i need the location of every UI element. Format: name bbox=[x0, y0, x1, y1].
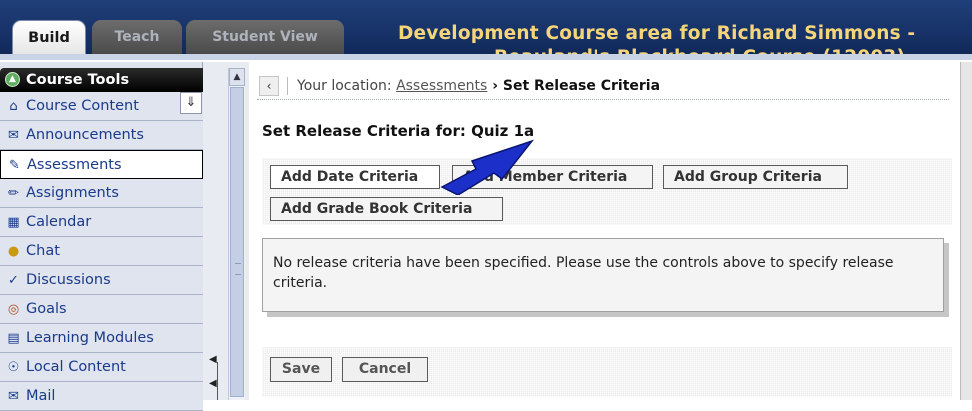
sidebar: ▲ Course Tools ⌂ Course Content ⇓ ✉ Anno… bbox=[0, 62, 249, 411]
sidebar-item-label: Goals bbox=[26, 301, 67, 317]
breadcrumb-link-assessments[interactable]: Assessments bbox=[396, 78, 487, 94]
criteria-button-panel: Add Date Criteria Add Member Criteria Ad… bbox=[262, 158, 952, 225]
breadcrumb-divider bbox=[287, 77, 288, 95]
scroll-up-icon[interactable]: ▲ bbox=[229, 68, 245, 86]
sidebar-item-label: Chat bbox=[26, 243, 60, 259]
collapse-left-icon[interactable]: ◀ bbox=[209, 378, 217, 389]
collapse-icon[interactable]: ▲ bbox=[5, 72, 20, 87]
assignment-icon: ✏ bbox=[8, 186, 19, 201]
sidebar-item-assignments[interactable]: ✏ Assignments bbox=[0, 179, 203, 208]
sidebar-item-goals[interactable]: ◎ Goals bbox=[0, 295, 203, 324]
home-icon: ⌂ bbox=[9, 99, 18, 114]
course-title: Development Course area for Richard Simm… bbox=[398, 22, 972, 60]
local-content-icon: ☉ bbox=[7, 360, 20, 375]
sidebar-item-local-content[interactable]: ☉ Local Content bbox=[0, 353, 203, 382]
sidebar-item-label: Course Content bbox=[26, 98, 139, 114]
discussion-icon: ✓ bbox=[8, 273, 19, 288]
course-tools-header[interactable]: ▲ Course Tools bbox=[0, 68, 203, 92]
scrollbar-grip[interactable] bbox=[235, 263, 241, 275]
breadcrumb-current: Set Release Criteria bbox=[502, 78, 661, 94]
chat-icon: ● bbox=[7, 244, 20, 259]
breadcrumb: ‹ Your location: Assessments › Set Relea… bbox=[257, 72, 949, 100]
resize-grip[interactable] bbox=[217, 362, 219, 400]
sidebar-item-label: Mail bbox=[26, 388, 56, 404]
sidebar-item-label: Discussions bbox=[26, 272, 111, 288]
collapse-left-icon[interactable]: ◀ bbox=[209, 354, 217, 365]
sidebar-item-learning-modules[interactable]: ▤ Learning Modules bbox=[0, 324, 203, 353]
sidebar-item-label: Learning Modules bbox=[26, 330, 154, 346]
action-bar: Save Cancel bbox=[262, 347, 952, 397]
add-date-criteria-button[interactable]: Add Date Criteria bbox=[270, 165, 440, 189]
sidebar-item-label: Announcements bbox=[26, 127, 144, 143]
sidebar-item-label: Assignments bbox=[26, 185, 119, 201]
course-header: Build Teach Student View Development Cou… bbox=[0, 0, 972, 60]
sidebar-item-calendar[interactable]: ▦ Calendar bbox=[0, 208, 203, 237]
sidebar-item-discussions[interactable]: ✓ Discussions bbox=[0, 266, 203, 295]
message-text: No release criteria have been specified.… bbox=[273, 255, 894, 291]
sidebar-item-label: Assessments bbox=[27, 157, 122, 173]
header-divider bbox=[0, 54, 972, 60]
breadcrumb-prefix: Your location: bbox=[297, 78, 397, 94]
sidebar-scrollbar[interactable]: ▲ bbox=[228, 68, 245, 400]
save-button[interactable]: Save bbox=[270, 357, 332, 382]
sidebar-item-label: Local Content bbox=[26, 359, 126, 375]
expand-chevron-icon[interactable]: ⇓ bbox=[180, 92, 202, 114]
calendar-icon: ▦ bbox=[7, 215, 20, 230]
modules-icon: ▤ bbox=[7, 331, 20, 346]
cancel-button[interactable]: Cancel bbox=[342, 357, 428, 382]
scrollbar-thumb[interactable] bbox=[230, 87, 244, 397]
sidebar-item-assessments[interactable]: ✎ Assessments bbox=[0, 150, 203, 179]
breadcrumb-text: Your location: Assessments › Set Release… bbox=[297, 72, 660, 100]
course-tools-panel: ▲ Course Tools ⌂ Course Content ⇓ ✉ Anno… bbox=[0, 62, 203, 411]
sidebar-item-chat[interactable]: ● Chat bbox=[0, 237, 203, 266]
add-grade-book-criteria-button[interactable]: Add Grade Book Criteria bbox=[270, 197, 503, 221]
assessment-icon: ✎ bbox=[9, 158, 20, 173]
course-title-line1: Development Course area for Richard Simm… bbox=[398, 23, 916, 44]
sidebar-item-mail[interactable]: ✉ Mail bbox=[0, 382, 203, 411]
release-criteria-message: No release criteria have been specified.… bbox=[262, 238, 944, 312]
main-content: ‹ Your location: Assessments › Set Relea… bbox=[249, 62, 972, 400]
page-title: Set Release Criteria for: Quiz 1a bbox=[262, 122, 535, 140]
sidebar-item-announcements[interactable]: ✉ Announcements bbox=[0, 121, 203, 150]
tab-build[interactable]: Build bbox=[12, 20, 86, 54]
sidebar-resize-handle[interactable]: ◀ ◀ bbox=[203, 352, 227, 400]
breadcrumb-separator: › bbox=[487, 78, 503, 94]
back-arrow-icon[interactable]: ‹ bbox=[259, 76, 279, 96]
content-right-edge bbox=[960, 62, 972, 400]
add-group-criteria-button[interactable]: Add Group Criteria bbox=[663, 165, 848, 189]
sidebar-item-label: Calendar bbox=[26, 214, 92, 230]
goals-icon: ◎ bbox=[7, 302, 20, 317]
add-member-criteria-button[interactable]: Add Member Criteria bbox=[452, 165, 653, 189]
megaphone-icon: ✉ bbox=[8, 128, 19, 143]
tab-teach[interactable]: Teach bbox=[92, 20, 182, 54]
course-tools-label: Course Tools bbox=[26, 72, 130, 88]
tab-student-view[interactable]: Student View bbox=[186, 20, 344, 54]
sidebar-item-course-content[interactable]: ⌂ Course Content bbox=[0, 92, 203, 121]
mail-icon: ✉ bbox=[8, 389, 19, 404]
